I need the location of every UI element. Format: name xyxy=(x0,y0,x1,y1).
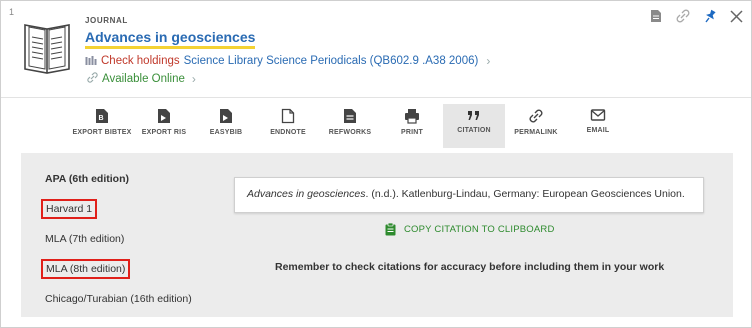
top-actions xyxy=(650,9,743,23)
refworks-icon xyxy=(344,109,356,123)
easybib-icon xyxy=(220,109,232,123)
pin-icon[interactable] xyxy=(704,9,716,23)
holdings-location: Science Library Science Periodicals (QB6… xyxy=(183,55,479,67)
copy-citation-label: COPY CITATION TO CLIPBOARD xyxy=(404,224,555,235)
citation-rest: . (n.d.). Katlenburg-Lindau, Germany: Eu… xyxy=(365,188,685,200)
export-bibtex-icon: B xyxy=(96,109,108,123)
citation-panel: APA (6th edition) Harvard 1 MLA (7th edi… xyxy=(21,153,733,317)
citation-style-chicago16[interactable]: Chicago/Turabian (16th edition) xyxy=(42,291,195,307)
citation-title: Advances in geosciences xyxy=(247,188,366,200)
easybib-button[interactable]: EASYBIB xyxy=(195,104,257,148)
email-button[interactable]: EMAIL xyxy=(567,104,629,148)
divider xyxy=(1,97,751,98)
library-icon xyxy=(85,56,97,66)
available-online-link[interactable]: Available Online › xyxy=(87,72,196,86)
citation-reminder: Remember to check citations for accuracy… xyxy=(275,261,665,273)
print-button[interactable]: PRINT xyxy=(381,104,443,148)
permalink-icon xyxy=(529,109,543,123)
record-frame: 1 JOURNAL Advances in geosciences Check … xyxy=(0,0,752,328)
export-bibtex-button[interactable]: B EXPORT BIBTEX xyxy=(71,104,133,148)
svg-text:B: B xyxy=(99,115,104,122)
citation-style-apa6[interactable]: APA (6th edition) xyxy=(42,171,132,187)
citation-style-harvard1[interactable]: Harvard 1 xyxy=(41,199,98,219)
book-thumbnail-icon xyxy=(21,17,73,75)
export-ris-icon xyxy=(158,109,170,123)
endnote-icon xyxy=(281,108,295,124)
available-online-label: Available Online xyxy=(102,73,185,85)
holdings-line[interactable]: Check holdings Science Library Science P… xyxy=(85,54,490,68)
clipboard-icon xyxy=(385,223,396,236)
chevron-right-icon: › xyxy=(191,72,196,86)
chevron-right-icon: › xyxy=(486,54,491,68)
result-number: 1 xyxy=(9,7,15,17)
copy-citation-button[interactable]: COPY CITATION TO CLIPBOARD xyxy=(385,223,555,236)
actions-toolbar: B EXPORT BIBTEX EXPORT RIS EASYBIB ENDNO… xyxy=(71,104,629,148)
link-icon[interactable] xyxy=(676,9,690,23)
permalink-button[interactable]: PERMALINK xyxy=(505,104,567,148)
quote-icon xyxy=(468,111,479,120)
refworks-button[interactable]: REFWORKS xyxy=(319,104,381,148)
link-icon xyxy=(87,72,98,86)
print-icon xyxy=(405,109,419,124)
citation-text-box[interactable]: Advances in geosciences. (n.d.). Katlenb… xyxy=(234,177,704,213)
export-ris-button[interactable]: EXPORT RIS xyxy=(133,104,195,148)
email-icon xyxy=(590,109,606,121)
resource-type-label: JOURNAL xyxy=(85,16,128,25)
holdings-status: Check holdings xyxy=(101,55,180,67)
citation-style-mla7[interactable]: MLA (7th edition) xyxy=(42,231,127,247)
record-title-link[interactable]: Advances in geosciences xyxy=(85,29,256,49)
endnote-button[interactable]: ENDNOTE xyxy=(257,104,319,148)
document-icon[interactable] xyxy=(650,9,662,23)
citation-style-mla8[interactable]: MLA (8th edition) xyxy=(41,259,131,279)
citation-button[interactable]: CITATION xyxy=(443,104,505,148)
close-icon[interactable] xyxy=(730,9,743,23)
